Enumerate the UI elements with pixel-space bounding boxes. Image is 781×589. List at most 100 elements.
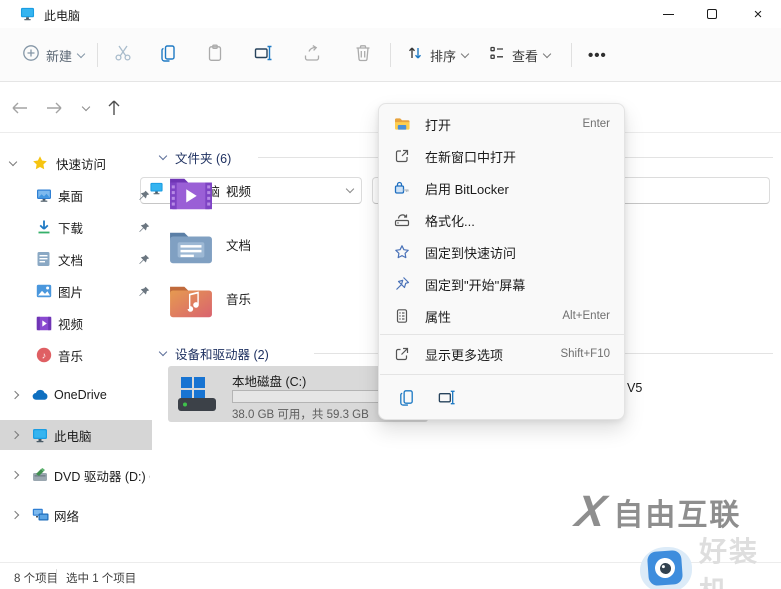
star-icon [32, 155, 48, 171]
chevron-down-icon [81, 102, 91, 111]
chevron-right-icon[interactable] [10, 510, 20, 520]
open-new-window-icon [393, 148, 411, 164]
menu-item-label: 打开 [425, 117, 452, 133]
menu-item-shortcut: Alt+Enter [562, 310, 610, 322]
folder-name: 视频 [226, 185, 252, 199]
sidebar-item-documents[interactable]: 文档 [0, 244, 152, 274]
close-icon: × [753, 5, 763, 23]
sidebar-item-quick-access[interactable]: 快速访问 [0, 148, 152, 178]
devices-group-header[interactable]: 设备和驱动器 (2) [158, 344, 269, 363]
delete-button[interactable] [347, 39, 379, 71]
folders-group-header[interactable]: 文件夹 (6) [158, 148, 232, 167]
close-button[interactable]: × [735, 0, 781, 28]
music-folder-icon [168, 281, 214, 331]
sort-button[interactable]: 排序 [400, 39, 474, 71]
menu-item-label: 启用 BitLocker [425, 181, 509, 197]
folder-tile-videos[interactable]: 视频 [168, 173, 368, 223]
arrow-right-icon [47, 102, 62, 114]
menu-separator [380, 374, 625, 375]
menu-item-shortcut: Enter [582, 118, 611, 130]
show-more-icon [393, 346, 411, 362]
sidebar-item-label: 视频 [58, 317, 84, 332]
chevron-down-icon [542, 49, 552, 58]
properties-icon [393, 308, 411, 324]
documents-folder-icon [168, 227, 214, 277]
recent-locations-button[interactable] [72, 94, 100, 122]
toolbar-divider [571, 43, 572, 67]
chevron-right-icon[interactable] [10, 390, 20, 400]
rename-icon [438, 390, 455, 404]
menu-item-open[interactable]: 打开 Enter [384, 108, 621, 140]
menu-copy-button[interactable] [389, 382, 423, 412]
up-button[interactable] [100, 94, 128, 122]
chevron-right-icon[interactable] [10, 470, 20, 480]
delete-icon [353, 43, 373, 68]
sidebar-item-videos[interactable]: 视频 [0, 308, 152, 338]
sidebar-item-this-pc[interactable]: 此电脑 [0, 420, 152, 450]
sidebar-item-label: 图片 [58, 285, 84, 300]
chevron-right-icon[interactable] [10, 430, 20, 440]
window-title: 此电脑 [44, 9, 81, 23]
more-icon: ••• [588, 46, 607, 64]
sidebar-item-onedrive[interactable]: OneDrive [0, 380, 152, 410]
selected-count: 选中 1 个项目 [66, 573, 137, 585]
menu-separator [380, 334, 625, 335]
file-explorer-window: 此电脑 × 新建 排序 查看 ••• › 快速访问 桌面 下载 文档 图片 视频… [0, 0, 781, 589]
maximize-button[interactable] [689, 0, 735, 28]
menu-item-enable-bitlocker[interactable]: 启用 BitLocker [384, 172, 621, 204]
menu-item-show-more-options[interactable]: 显示更多选项 Shift+F10 [384, 338, 621, 370]
share-button[interactable] [296, 39, 328, 71]
menu-rename-button[interactable] [429, 382, 463, 412]
star-outline-icon [393, 244, 411, 260]
cut-button[interactable] [107, 39, 139, 71]
copy-button[interactable] [152, 39, 184, 71]
plus-circle-icon [22, 44, 40, 67]
sidebar-item-network[interactable]: 网络 [0, 500, 152, 530]
menu-item-pin-to-start[interactable]: 固定到"开始"屏幕 [384, 268, 621, 300]
forward-button[interactable] [40, 94, 68, 122]
minimize-button[interactable] [645, 0, 691, 28]
sidebar-item-label: 网络 [54, 509, 80, 524]
menu-item-format[interactable]: 格式化... [384, 204, 621, 236]
pin-icon [138, 285, 150, 303]
item-count: 8 个项目 [14, 573, 59, 585]
menu-item-label: 在新窗口中打开 [425, 149, 517, 165]
folder-tile-music[interactable]: 音乐 [168, 281, 368, 331]
status-divider [56, 569, 57, 584]
new-button[interactable]: 新建 [16, 39, 90, 71]
sidebar-item-music[interactable]: ♪ 音乐 [0, 340, 152, 370]
dvd-drive-icon [32, 467, 48, 483]
see-more-button[interactable]: ••• [582, 39, 613, 71]
music-icon: ♪ [36, 347, 52, 363]
menu-item-label: 格式化... [425, 213, 475, 229]
back-button[interactable] [6, 94, 34, 122]
chevron-down-icon[interactable] [8, 157, 18, 166]
group-header-label: 文件夹 (6) [175, 152, 232, 166]
sidebar-item-desktop[interactable]: 桌面 [0, 180, 152, 210]
menu-item-open-new-window[interactable]: 在新窗口中打开 [384, 140, 621, 172]
rename-button[interactable] [247, 39, 279, 71]
pin-icon [138, 221, 150, 239]
context-menu: 打开 Enter 在新窗口中打开 启用 BitLocker 格式化... 固定到… [378, 103, 625, 420]
x-logo-icon: X [572, 487, 609, 536]
video-folder-icon [168, 173, 214, 223]
menu-item-shortcut: Shift+F10 [560, 348, 610, 360]
computer-icon [32, 428, 48, 443]
sidebar-item-label: 音乐 [58, 349, 84, 364]
paste-button[interactable] [199, 39, 231, 71]
sidebar-item-dvd-drive[interactable]: DVD 驱动器 (D:) CP [0, 460, 152, 490]
view-button[interactable]: 查看 [482, 39, 556, 71]
chevron-down-icon [158, 347, 168, 357]
group-header-label: 设备和驱动器 (2) [175, 348, 269, 362]
watermark-haozhuangji: 好装机 [638, 530, 781, 589]
drive-capacity-text: 38.0 GB 可用，共 59.3 GB [232, 409, 369, 421]
menu-item-properties[interactable]: 属性 Alt+Enter [384, 300, 621, 332]
sidebar-item-downloads[interactable]: 下载 [0, 212, 152, 242]
documents-icon [36, 251, 51, 267]
sidebar-item-pictures[interactable]: 图片 [0, 276, 152, 306]
folder-tile-documents[interactable]: 文档 [168, 227, 368, 277]
desktop-icon [36, 188, 52, 203]
drive-name: 本地磁盘 (C:) [232, 375, 307, 389]
menu-item-pin-to-quick-access[interactable]: 固定到快速访问 [384, 236, 621, 268]
arrow-left-icon [12, 102, 27, 114]
